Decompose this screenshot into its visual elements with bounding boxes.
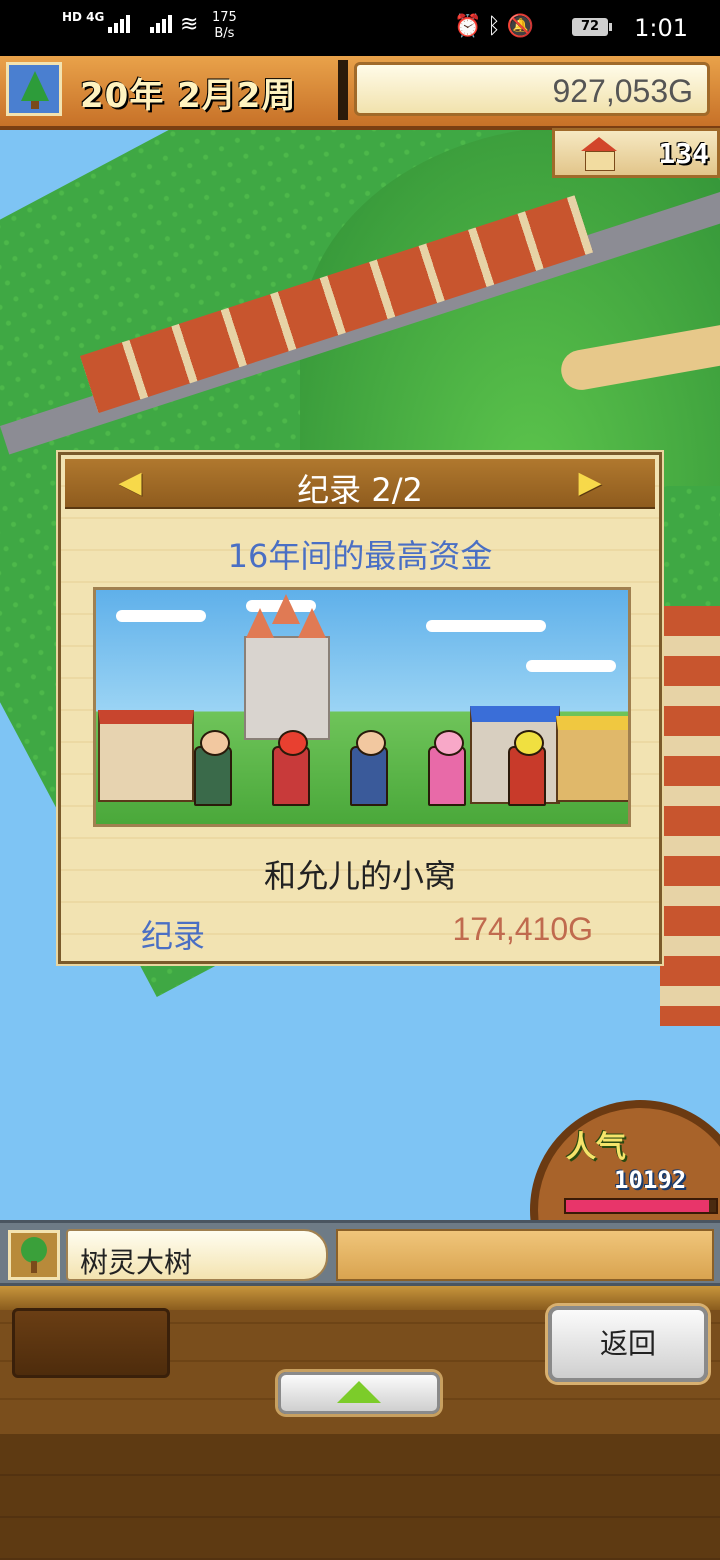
battery-icon: 72: [572, 18, 612, 36]
character: [272, 730, 310, 806]
bluetooth-icon: ᛒ: [487, 14, 507, 39]
speed-unit: B/s: [214, 26, 235, 41]
next-arrow-icon[interactable]: ▶: [575, 465, 605, 501]
divider: [338, 60, 348, 120]
popularity-label: 人气: [566, 1130, 626, 1165]
popularity-meter: [564, 1198, 718, 1214]
signal-icon: [108, 14, 132, 38]
dialog-title: 纪录 2/2: [297, 471, 423, 509]
selection-info-bar: 树灵大树: [0, 1220, 720, 1286]
mute-icon: 🔕: [506, 14, 540, 39]
cloud: [526, 660, 616, 672]
empty-slot: [12, 1308, 170, 1378]
status-bar: HD 4G ≋ 175 B/s ⏰ᛒ🔕 72 1:01: [0, 0, 720, 56]
record-dialog: ◀ 纪录 2/2 ▶ 16年间的最高资金 和允儿的小窝 纪录 174,410G: [58, 452, 662, 964]
record-subtitle: 16年间的最高资金: [227, 537, 493, 575]
character: [508, 730, 546, 806]
character: [194, 730, 232, 806]
dialog-header: ◀ 纪录 2/2 ▶: [65, 459, 655, 509]
back-button[interactable]: 返回: [548, 1306, 708, 1382]
town-buildings-right: [660, 606, 720, 1026]
cloud: [116, 610, 206, 622]
game-top-bar: 20年 2月2周 927,053G: [0, 56, 720, 130]
castle: [244, 594, 330, 740]
character: [350, 730, 388, 806]
building: [556, 716, 628, 802]
population-display[interactable]: 134: [552, 128, 720, 178]
signal-icon-2: [150, 14, 174, 38]
status-icons: ⏰ᛒ🔕: [454, 14, 540, 39]
house-name: 和允儿的小窝: [263, 857, 456, 895]
control-panel: 返回: [0, 1286, 720, 1560]
christmas-tree-icon[interactable]: [6, 62, 62, 116]
network-speed: 175 B/s: [212, 10, 237, 42]
popularity-meter-fill: [566, 1200, 709, 1212]
clock: 1:01: [634, 14, 688, 42]
expand-button[interactable]: [278, 1372, 440, 1414]
population-value: 134: [658, 137, 709, 170]
record-label: 纪录: [141, 917, 206, 955]
selected-name-box[interactable]: 树灵大树: [66, 1229, 328, 1281]
building: [98, 710, 194, 802]
info-panel: [336, 1229, 714, 1281]
wifi-icon: ≋: [180, 12, 199, 37]
lower-panel: [0, 1434, 720, 1560]
funds-value: 927,053G: [552, 73, 693, 109]
funds-display: 927,053G: [354, 62, 710, 116]
record-value: 174,410G: [452, 911, 593, 947]
character: [428, 730, 466, 806]
game-date: 20年 2月2周: [80, 76, 297, 116]
house-icon: [581, 137, 617, 171]
speed-value: 175: [212, 10, 237, 25]
network-indicator: HD 4G: [62, 10, 105, 24]
selected-name: 树灵大树: [80, 1246, 193, 1279]
popularity-value: 10192: [614, 1166, 687, 1194]
tree-icon[interactable]: [8, 1230, 60, 1280]
cloud: [426, 620, 546, 632]
alarm-icon: ⏰: [453, 14, 488, 39]
up-arrow-icon: [337, 1381, 381, 1403]
record-illustration: [93, 587, 631, 827]
